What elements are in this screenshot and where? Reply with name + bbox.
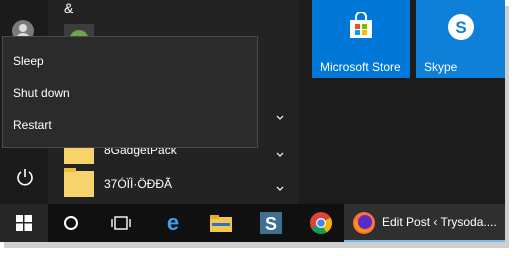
- file-explorer-button[interactable]: [198, 204, 244, 242]
- file-explorer-icon: [210, 215, 232, 232]
- windows-start-icon: [16, 215, 32, 231]
- power-icon[interactable]: [14, 166, 36, 188]
- taskbar: e S Edit Post ‹ Trysoda....: [0, 204, 505, 242]
- chrome-icon: [310, 212, 332, 234]
- start-button[interactable]: [0, 204, 48, 242]
- power-menu: Sleep Shut down Restart: [2, 36, 258, 148]
- task-view-button[interactable]: [98, 204, 144, 242]
- menu-item-restart[interactable]: Restart: [3, 109, 257, 141]
- chevron-down-icon[interactable]: [276, 180, 284, 191]
- firefox-icon: [353, 212, 375, 234]
- tile-microsoft-store[interactable]: Microsoft Store: [312, 0, 410, 78]
- chevron-down-icon[interactable]: [276, 146, 284, 157]
- menu-item-shut-down[interactable]: Shut down: [3, 77, 257, 109]
- folder-icon: [64, 168, 94, 197]
- start-menu-window: & 8GadgetPack 37ÓÏÌ·ÖÐÐÃ Microsoft Store: [0, 0, 505, 242]
- tile-label: Skype: [424, 60, 458, 74]
- skype-icon: S: [446, 12, 476, 47]
- edge-button[interactable]: e: [150, 204, 196, 242]
- snagit-icon: S: [260, 212, 282, 234]
- menu-item-sleep[interactable]: Sleep: [3, 45, 257, 77]
- snagit-button[interactable]: S: [248, 204, 294, 242]
- app-group-letter[interactable]: &: [64, 0, 73, 16]
- taskbar-window-title: Edit Post ‹ Trysoda....: [382, 215, 497, 229]
- svg-text:e: e: [167, 212, 179, 234]
- cortana-search-button[interactable]: [48, 204, 94, 242]
- store-icon: [346, 11, 376, 47]
- svg-text:S: S: [265, 214, 277, 234]
- task-view-icon: [111, 216, 131, 230]
- tile-skype[interactable]: S Skype: [416, 0, 505, 78]
- tile-label: Microsoft Store: [320, 60, 401, 74]
- chrome-button[interactable]: [298, 204, 344, 242]
- cortana-search-icon: [64, 216, 78, 230]
- app-item-label[interactable]: 37ÓÏÌ·ÖÐÐÃ: [104, 177, 172, 191]
- edge-icon: e: [167, 212, 179, 234]
- firefox-taskbar-button[interactable]: Edit Post ‹ Trysoda....: [344, 204, 505, 242]
- svg-text:S: S: [455, 18, 466, 37]
- chevron-down-icon[interactable]: [276, 109, 284, 120]
